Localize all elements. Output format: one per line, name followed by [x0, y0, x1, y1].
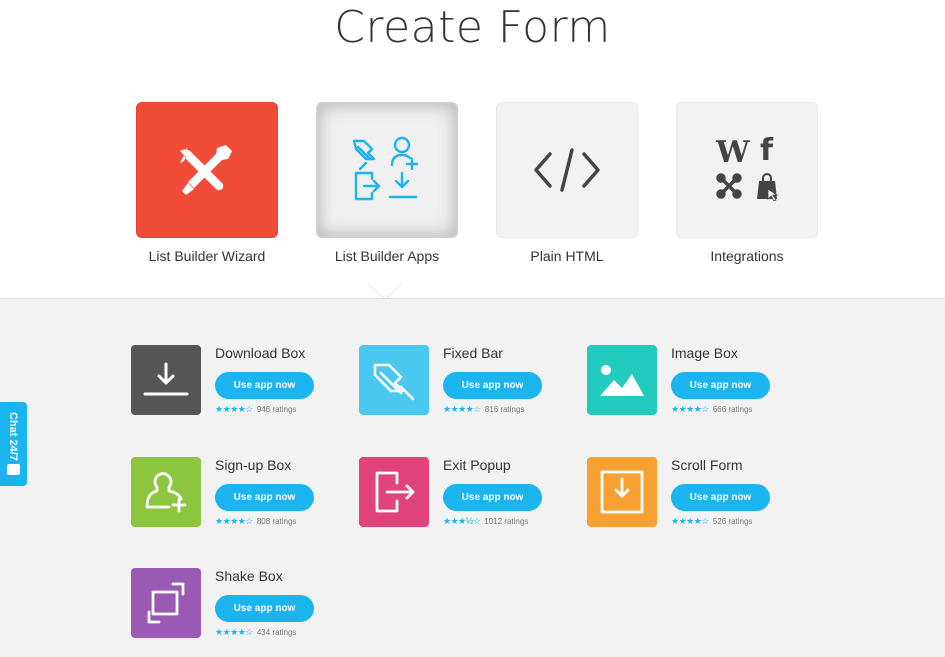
app-rating: ★★★½☆ 1012 ratings [443, 516, 528, 527]
use-app-button[interactable]: Use app now [215, 372, 314, 399]
app-rating: ★★★★☆ 808 ratings [215, 516, 296, 527]
app-icon-tile[interactable] [359, 345, 429, 415]
app-sign-up-box: Sign-up Box Use app now ★★★★☆ 808 rating… [131, 457, 341, 529]
use-app-button[interactable]: Use app now [443, 372, 542, 399]
exit-icon [375, 471, 415, 513]
app-rating: ★★★★☆ 946 ratings [215, 404, 296, 415]
star-rating: ★★★★☆ [671, 404, 709, 414]
scroll-down-icon [600, 470, 644, 514]
use-app-button[interactable]: Use app now [671, 372, 770, 399]
app-rating: ★★★★☆ 666 ratings [671, 404, 752, 415]
app-icon-tile[interactable] [131, 568, 201, 638]
star-rating: ★★★★☆ [215, 404, 253, 414]
app-name: Fixed Bar [443, 345, 503, 361]
category-integrations[interactable]: W f Integrations [676, 102, 818, 264]
apps-icon [352, 136, 419, 201]
pin-icon [373, 363, 415, 401]
app-fixed-bar: Fixed Bar Use app now ★★★★☆ 816 ratings [359, 345, 569, 417]
use-app-button[interactable]: Use app now [671, 484, 770, 511]
category-tile[interactable]: W f [676, 102, 818, 238]
category-label: List Builder Wizard [148, 248, 266, 264]
category-tile[interactable] [136, 102, 278, 238]
app-name: Image Box [671, 345, 738, 361]
joomla-icon [716, 173, 742, 199]
app-icon-tile[interactable] [587, 345, 657, 415]
star-rating: ★★★½☆ [443, 516, 481, 526]
rating-count: 434 ratings [256, 628, 297, 637]
app-download-box: Download Box Use app now ★★★★☆ 946 ratin… [131, 345, 341, 417]
add-user-icon [145, 472, 187, 513]
category-plain-html[interactable]: Plain HTML [496, 102, 638, 264]
chat-label: Chat 24/7 [7, 412, 19, 461]
app-icon-tile[interactable] [131, 345, 201, 415]
star-rating: ★★★★☆ [215, 627, 253, 637]
app-shake-box: Shake Box Use app now ★★★★☆ 434 ratings [131, 568, 341, 640]
chat-tab[interactable]: Chat 24/7 [0, 402, 27, 486]
rating-count: 808 ratings [256, 517, 297, 526]
rating-count: 816 ratings [484, 405, 525, 414]
selection-pointer [369, 284, 401, 299]
app-name: Exit Popup [443, 457, 511, 473]
use-app-button[interactable]: Use app now [443, 484, 542, 511]
app-icon-tile[interactable] [587, 457, 657, 527]
category-tile[interactable] [496, 102, 638, 238]
star-rating: ★★★★☆ [443, 404, 481, 414]
app-name: Shake Box [215, 568, 283, 584]
category-list-builder-wizard[interactable]: List Builder Wizard [136, 102, 278, 264]
star-rating: ★★★★☆ [671, 516, 709, 526]
rating-count: 666 ratings [712, 405, 753, 414]
page-title: Create Form [334, 2, 611, 53]
app-rating: ★★★★☆ 816 ratings [443, 404, 524, 415]
app-name: Sign-up Box [215, 457, 292, 473]
category-tile[interactable] [316, 102, 458, 238]
tools-icon [180, 145, 232, 195]
image-icon [600, 365, 644, 396]
header-section: Create Form List Builder Wizard List Bui… [0, 0, 945, 298]
app-icon-tile[interactable] [131, 457, 201, 527]
app-name: Download Box [215, 345, 306, 361]
app-image-box: Image Box Use app now ★★★★☆ 666 ratings [587, 345, 797, 417]
star-rating: ★★★★☆ [215, 516, 253, 526]
app-icon-tile[interactable] [359, 457, 429, 527]
category-label: Integrations [710, 248, 784, 264]
category-label: Plain HTML [530, 248, 604, 264]
shake-icon [147, 582, 185, 624]
app-rating: ★★★★☆ 526 ratings [671, 516, 752, 527]
rating-count: 946 ratings [256, 405, 297, 414]
app-scroll-form: Scroll Form Use app now ★★★★☆ 526 rating… [587, 457, 797, 529]
category-label: List Builder Apps [334, 248, 440, 264]
shopping-bag-icon [757, 173, 779, 201]
download-icon [143, 362, 189, 396]
rating-count: 1012 ratings [484, 517, 529, 526]
use-app-button[interactable]: Use app now [215, 484, 314, 511]
category-list-builder-apps[interactable]: List Builder Apps [316, 102, 458, 264]
app-rating: ★★★★☆ 434 ratings [215, 627, 296, 638]
app-name: Scroll Form [671, 457, 743, 473]
app-exit-popup: Exit Popup Use app now ★★★½☆ 1012 rating… [359, 457, 569, 529]
rating-count: 526 ratings [712, 517, 753, 526]
wordpress-icon: W [716, 135, 750, 170]
code-icon [534, 148, 600, 192]
facebook-icon: f [760, 133, 774, 168]
chat-bubble-icon [7, 464, 20, 475]
integrations-icon: W f [712, 133, 782, 205]
use-app-button[interactable]: Use app now [215, 595, 314, 622]
